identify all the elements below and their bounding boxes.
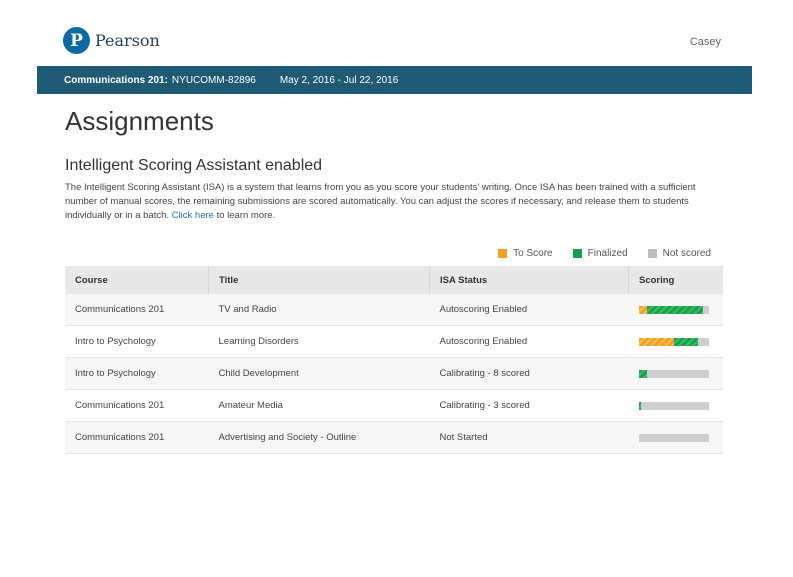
course-bar: Communications 201: NYUCOMM-82896 May 2,…: [37, 66, 752, 94]
cell-course: Intro to Psychology: [65, 357, 209, 390]
table-row[interactable]: Communications 201 TV and Radio Autoscor…: [65, 294, 723, 326]
cell-title[interactable]: TV and Radio: [208, 294, 430, 326]
to-score-segment: [638, 305, 647, 314]
cell-course: Communications 201: [65, 389, 209, 422]
logo-text: Pearson: [95, 31, 160, 50]
cell-course: Intro to Psychology: [65, 325, 209, 358]
scoring-bar: [638, 433, 709, 442]
table-header-row: Course Title ISA Status Scoring: [65, 266, 723, 294]
cell-scoring: [628, 357, 723, 390]
scoring-bar: [638, 337, 709, 346]
user-menu[interactable]: Casey: [690, 36, 721, 48]
cell-course: Communications 201: [65, 421, 209, 454]
cell-scoring: [628, 421, 723, 454]
course-dates: May 2, 2016 - Jul 22, 2016: [279, 74, 399, 86]
cell-title[interactable]: Advertising and Society - Outline: [208, 421, 430, 454]
scoring-bar: [638, 305, 709, 314]
column-header-isa-status[interactable]: ISA Status: [429, 266, 629, 294]
column-header-scoring[interactable]: Scoring: [628, 266, 723, 294]
scoring-bar: [638, 369, 709, 378]
legend-label: Not scored: [662, 248, 711, 259]
to-score-swatch: [498, 249, 508, 258]
finalized-segment: [673, 337, 698, 346]
column-header-course[interactable]: Course: [65, 266, 209, 294]
legend-label: To Score: [513, 248, 553, 259]
cell-title[interactable]: Child Development: [208, 357, 430, 390]
cell-title[interactable]: Amateur Media: [208, 389, 430, 422]
legend-not-scored: Not scored: [647, 248, 711, 259]
cell-course: Communications 201: [65, 294, 209, 326]
cell-title[interactable]: Learning Disorders: [208, 325, 430, 358]
isa-description: The Intelligent Scoring Assistant (ISA) …: [65, 181, 715, 223]
assignments-table: Course Title ISA Status Scoring Communic…: [65, 266, 723, 454]
pearson-logo-icon: P: [63, 27, 90, 54]
column-header-title[interactable]: Title: [208, 266, 430, 294]
section-title: Intelligent Scoring Assistant enabled: [65, 157, 323, 174]
legend-to-score: To Score: [498, 248, 553, 259]
table-row[interactable]: Intro to Psychology Learning Disorders A…: [65, 325, 723, 358]
finalized-segment: [638, 401, 641, 410]
table-row[interactable]: Communications 201 Amateur Media Calibra…: [65, 389, 723, 422]
cell-isa-status: Not Started: [429, 421, 629, 454]
pearson-logo[interactable]: P Pearson: [63, 27, 160, 54]
table-row[interactable]: Communications 201 Advertising and Socie…: [65, 421, 723, 454]
legend-label: Finalized: [587, 248, 628, 259]
cell-isa-status: Calibrating - 3 scored: [429, 389, 629, 422]
cell-isa-status: Autoscoring Enabled: [429, 325, 629, 358]
cell-scoring: [628, 294, 723, 326]
page-title: Assignments: [65, 106, 214, 136]
description-text: The Intelligent Scoring Assistant (ISA) …: [65, 182, 696, 221]
table-row[interactable]: Intro to Psychology Child Development Ca…: [65, 357, 723, 390]
finalized-segment: [638, 369, 647, 378]
cell-isa-status: Autoscoring Enabled: [429, 294, 629, 326]
cell-scoring: [628, 325, 723, 358]
cell-isa-status: Calibrating - 8 scored: [429, 357, 629, 390]
finalized-swatch: [572, 249, 582, 258]
cell-scoring: [628, 389, 723, 422]
scoring-bar: [638, 401, 709, 410]
course-name: Communications 201:: [64, 74, 168, 86]
not-scored-swatch: [647, 249, 657, 258]
learn-more-link[interactable]: Click here: [172, 210, 214, 221]
finalized-segment: [646, 305, 703, 314]
description-suffix: to learn more.: [213, 210, 276, 221]
to-score-segment: [638, 337, 674, 346]
app-header: P Pearson Casey: [0, 0, 793, 66]
course-code: NYUCOMM-82896: [171, 74, 256, 86]
scoring-legend: To Score Finalized Not scored: [478, 248, 711, 259]
legend-finalized: Finalized: [572, 248, 628, 259]
